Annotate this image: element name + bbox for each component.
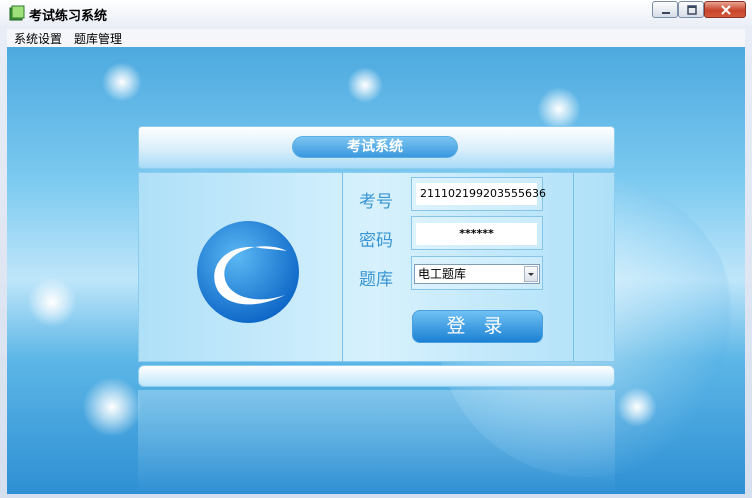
sparkle (617, 387, 657, 427)
bank-select-value: 电工题库 (418, 267, 467, 281)
bank-select[interactable]: 电工题库 (414, 264, 540, 284)
password-label: 密码 (359, 231, 393, 251)
password-input[interactable]: ****** (416, 223, 537, 245)
sparkle (347, 67, 383, 103)
close-icon (721, 5, 731, 15)
menu-system-settings[interactable]: 系统设置 (14, 30, 62, 47)
menu-question-bank[interactable]: 题库管理 (74, 30, 122, 47)
sparkle (27, 277, 77, 327)
menu-bar: 系统设置 题库管理 (7, 29, 745, 47)
title-bar[interactable]: 考试练习系统 (0, 0, 752, 28)
sparkle (102, 62, 142, 102)
exam-no-input[interactable]: 211102199203555636 (416, 183, 546, 205)
minimize-icon (662, 12, 670, 14)
panel-reflection (138, 390, 615, 494)
chevron-down-icon (528, 273, 534, 276)
panel-divider (573, 172, 574, 362)
maximize-button[interactable] (678, 1, 704, 18)
panel-footer (138, 365, 615, 387)
minimize-button[interactable] (652, 1, 678, 18)
login-button[interactable]: 登 录 (412, 310, 543, 343)
sparkle (82, 377, 142, 437)
app-icon (9, 5, 25, 21)
close-button[interactable] (704, 1, 746, 18)
window-title: 考试练习系统 (29, 9, 108, 24)
maximize-icon (687, 5, 697, 15)
bank-label: 题库 (359, 270, 393, 290)
sparkle (537, 87, 581, 131)
logo-icon (197, 221, 299, 323)
panel-divider (342, 172, 343, 362)
login-background: 考试系统 考号 211102199203555636 密码 ****** 题库 … (7, 47, 745, 494)
exam-no-label: 考号 (359, 192, 393, 212)
app-window: 考试练习系统 系统设置 题库管理 考试系统 考号 211102199203555… (0, 0, 752, 498)
panel-title: 考试系统 (292, 136, 458, 158)
dropdown-button[interactable] (524, 266, 538, 282)
